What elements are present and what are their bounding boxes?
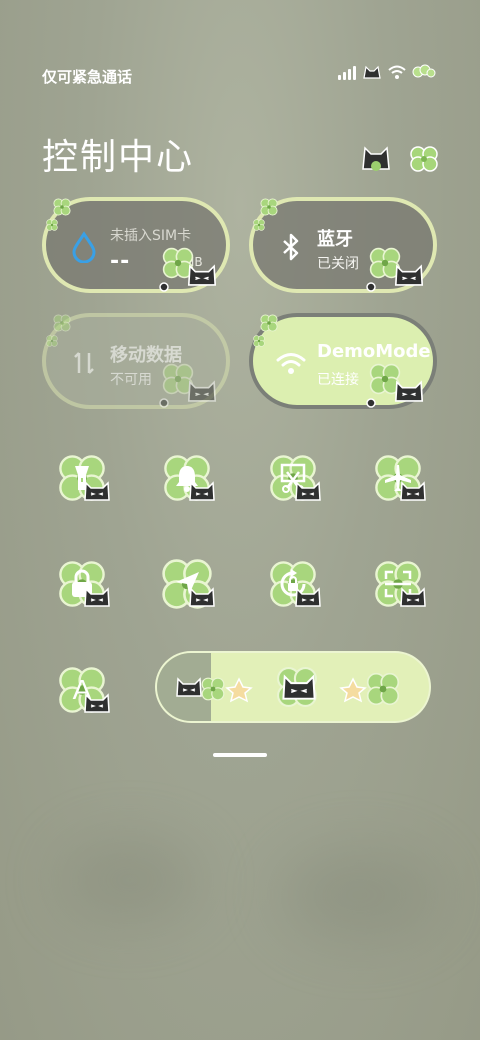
cat-badge-icon: [84, 694, 110, 713]
clover-sprig-icon: [46, 198, 71, 231]
page-title: 控制中心: [42, 137, 195, 178]
cat-badge-icon: [400, 482, 426, 501]
wifi-tile[interactable]: DemoMode 已连接: [249, 313, 437, 409]
bluetooth-tile[interactable]: 蓝牙 已关闭: [249, 197, 437, 293]
scanner-toggle[interactable]: [366, 552, 430, 616]
carrier-text: 仅可紧急通话: [42, 68, 133, 86]
cat-sticker-icon: [363, 65, 381, 79]
brightness-slider[interactable]: [155, 651, 431, 723]
cat-badge-icon: [295, 588, 321, 607]
background-blob: [60, 840, 200, 920]
cat-badge-icon: [84, 588, 110, 607]
mobile-data-status: 不可用: [110, 372, 152, 388]
clover-cat-decoration: [366, 247, 424, 292]
water-drop-icon: [72, 231, 96, 263]
mobile-data-tile[interactable]: 移动数据 不可用: [42, 313, 230, 409]
notification-toggle[interactable]: [155, 446, 219, 510]
slider-decoration: [176, 667, 400, 707]
screenshot-toggle[interactable]: [261, 446, 325, 510]
lock-screen-toggle[interactable]: [50, 552, 114, 616]
cat-badge-icon: [400, 588, 426, 607]
wifi-icon: [276, 353, 306, 374]
data-usage-value: --: [110, 249, 131, 274]
cat-badge-icon: [295, 482, 321, 501]
airplane-mode-toggle[interactable]: [366, 446, 430, 510]
clover-settings-icon[interactable]: [408, 144, 440, 172]
cat-badge-icon: [84, 482, 110, 501]
clover-sprig-icon: [253, 198, 278, 231]
status-icons: [338, 64, 436, 80]
data-usage-tile[interactable]: 未插入SIM卡 -- MB: [42, 197, 230, 293]
mobile-data-icon: [74, 352, 94, 374]
status-bar: 仅可紧急通话: [0, 60, 480, 90]
rotation-lock-toggle[interactable]: [261, 552, 325, 616]
clover-sprig-icon: [46, 314, 71, 347]
flashlight-toggle[interactable]: [50, 446, 114, 510]
wifi-icon: [388, 65, 406, 79]
home-indicator[interactable]: [213, 753, 267, 757]
cat-badge-icon: [189, 588, 215, 607]
clover-cat-decoration: [159, 247, 217, 292]
wifi-status: 已连接: [317, 372, 359, 388]
location-toggle[interactable]: [155, 552, 219, 616]
background-blob: [280, 850, 440, 940]
signal-icon: [338, 66, 356, 80]
bluetooth-icon: [283, 233, 299, 261]
cat-edit-icon[interactable]: [360, 144, 392, 172]
clover-cat-decoration: [159, 363, 217, 408]
bluetooth-status: 已关闭: [317, 256, 359, 272]
clover-cat-decoration: [366, 363, 424, 408]
cat-badge-icon: [189, 482, 215, 501]
clover-icon: [412, 64, 436, 78]
font-size-toggle[interactable]: A: [50, 658, 114, 722]
clover-sprig-icon: [253, 314, 278, 347]
